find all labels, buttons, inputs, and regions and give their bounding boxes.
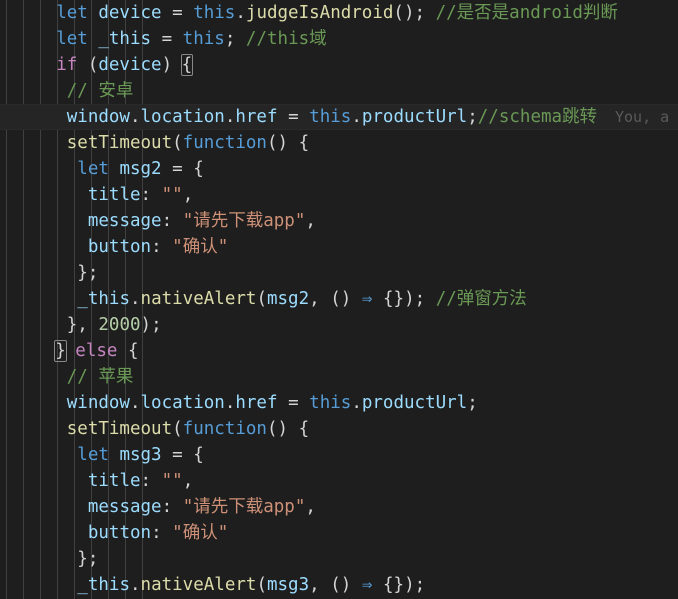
code-line[interactable]: }; <box>0 546 678 572</box>
code-line-text: // 安卓 <box>66 81 134 101</box>
code-line[interactable]: title: "", <box>0 468 678 494</box>
code-line[interactable]: // 安卓 <box>0 78 678 104</box>
code-line[interactable]: message: "请先下载app", <box>0 208 678 234</box>
code-line[interactable]: title: "", <box>0 182 678 208</box>
code-line-text: title: "", <box>87 185 194 205</box>
code-line-text: let msg2 = { <box>77 159 204 179</box>
code-line[interactable]: let msg3 = { <box>0 442 678 468</box>
code-line[interactable]: _this.nativeAlert(msg3, () ⇒ {}); <box>0 572 678 598</box>
code-line[interactable]: button: "确认" <box>0 520 678 546</box>
code-line-text: let msg3 = { <box>77 445 204 465</box>
code-line-text: title: "", <box>87 471 194 491</box>
code-line-text: let _this = this; //this域 <box>56 29 327 49</box>
bracket-match-highlight: { <box>180 54 194 76</box>
code-line[interactable]: _this.nativeAlert(msg2, () ⇒ {}); //弹窗方法 <box>0 286 678 312</box>
code-line-text: setTimeout(function() { <box>66 419 310 439</box>
code-line[interactable]: }; <box>0 260 678 286</box>
code-line-text: button: "确认" <box>87 237 229 257</box>
code-line[interactable]: } else { <box>0 338 678 364</box>
code-line-text: _this.nativeAlert(msg3, () ⇒ {}); <box>77 575 426 595</box>
code-line-text: setTimeout(function() { <box>66 133 310 153</box>
code-line[interactable]: // 苹果 <box>0 364 678 390</box>
code-line-text: // 苹果 <box>66 367 134 387</box>
code-line-text: message: "请先下载app", <box>87 211 316 231</box>
code-line[interactable]: setTimeout(function() { <box>0 130 678 156</box>
code-line-text: window.location.href = this.productUrl;/… <box>66 107 598 127</box>
code-line[interactable]: let device = this.judgeIsAndroid(); //是否… <box>0 0 678 26</box>
code-line-text: window.location.href = this.productUrl; <box>66 393 478 413</box>
code-line-text: } else { <box>54 340 139 362</box>
code-line[interactable]: let _this = this; //this域 <box>0 26 678 52</box>
code-line[interactable]: setTimeout(function() { <box>0 416 678 442</box>
code-surface[interactable]: let device = this.judgeIsAndroid(); //是否… <box>0 0 678 599</box>
code-line-text: _this.nativeAlert(msg2, () ⇒ {}); //弹窗方法 <box>77 289 527 309</box>
code-line-text: if (device) { <box>56 54 194 76</box>
code-line[interactable]: window.location.href = this.productUrl; <box>0 390 678 416</box>
code-line[interactable]: window.location.href = this.productUrl;/… <box>0 104 678 130</box>
code-line-text: }; <box>77 549 99 569</box>
code-line-text: button: "确认" <box>87 523 229 543</box>
code-line-text: message: "请先下载app", <box>87 497 316 517</box>
code-editor[interactable]: let device = this.judgeIsAndroid(); //是否… <box>0 0 678 599</box>
code-line-text: let device = this.judgeIsAndroid(); //是否… <box>56 3 618 23</box>
code-line[interactable]: button: "确认" <box>0 234 678 260</box>
code-line[interactable]: let msg2 = { <box>0 156 678 182</box>
code-line-text: }; <box>77 263 99 283</box>
code-line[interactable]: }, 2000); <box>0 312 678 338</box>
code-line[interactable]: if (device) { <box>0 52 678 78</box>
code-line[interactable]: message: "请先下载app", <box>0 494 678 520</box>
code-line-text: }, 2000); <box>66 315 162 335</box>
